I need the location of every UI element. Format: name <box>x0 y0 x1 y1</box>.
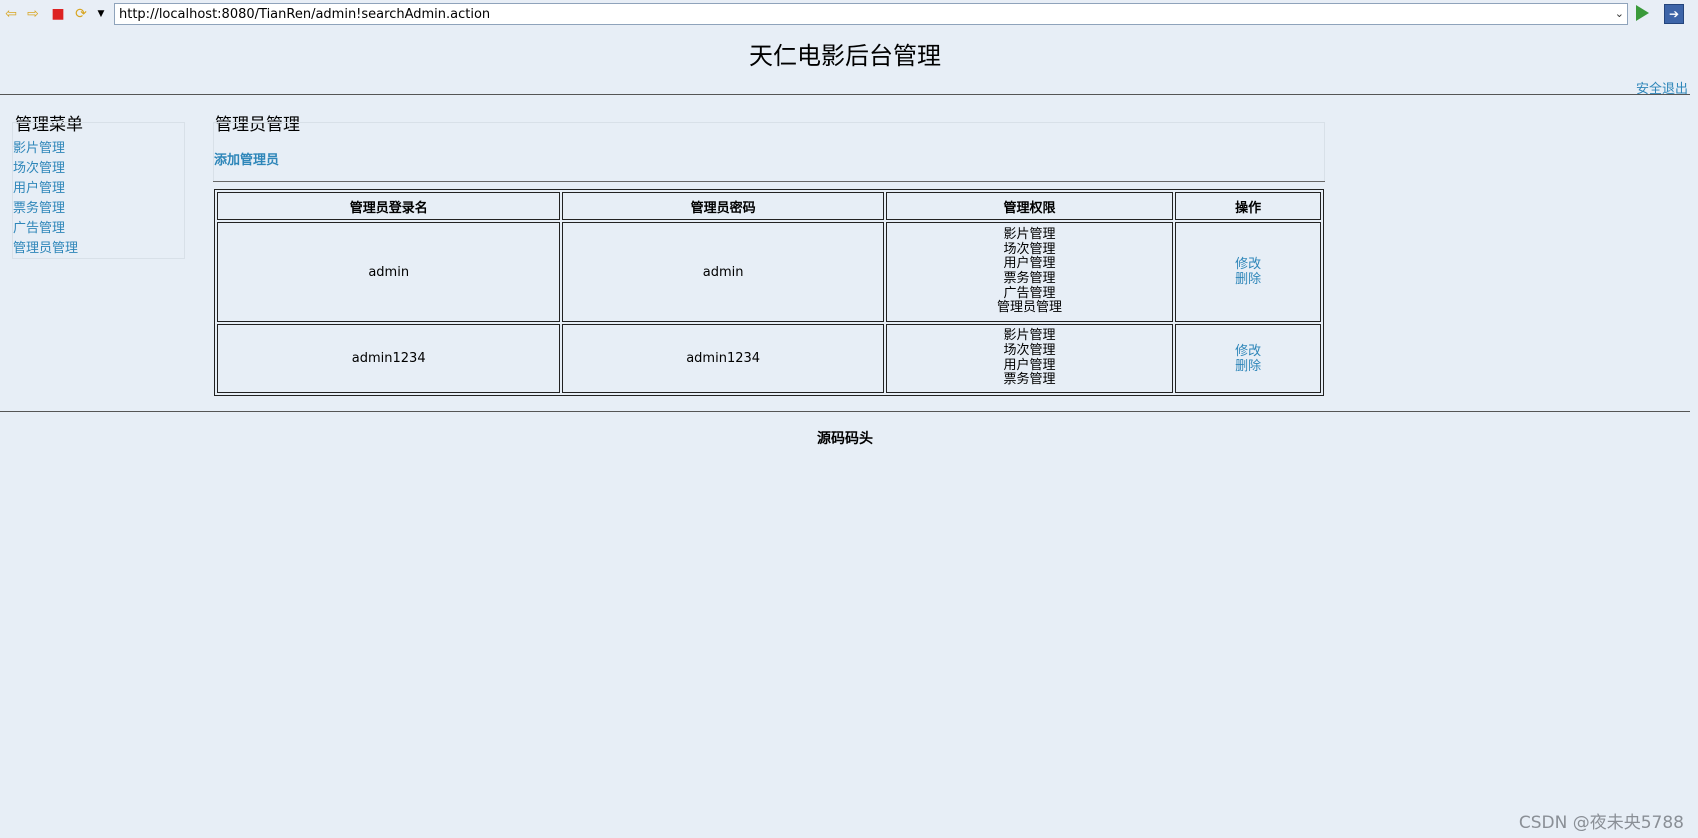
footer-text: 源码码头 <box>817 431 873 447</box>
external-browser-icon[interactable]: ➔ <box>1664 4 1684 24</box>
permission-item: 影片管理 <box>1003 227 1056 243</box>
table-row: admin admin 影片管理 场次管理 用户管理 票务管理 广告管理 管理员… <box>217 222 1321 322</box>
permission-item: 影片管理 <box>1003 328 1056 344</box>
cell-permissions: 影片管理 场次管理 用户管理 票务管理 广告管理 管理员管理 <box>885 222 1174 322</box>
sidebar-item-admins[interactable]: 管理员管理 <box>13 237 78 256</box>
forward-icon[interactable]: ⇨ <box>25 6 41 22</box>
permission-item: 广告管理 <box>1003 285 1056 301</box>
header-permissions: 管理权限 <box>885 192 1174 220</box>
footer-divider <box>0 411 1690 412</box>
sidebar-item-ads[interactable]: 广告管理 <box>13 217 65 236</box>
permission-item: 管理员管理 <box>997 300 1063 316</box>
site-title: 天仁电影后台管理 <box>749 42 941 70</box>
watermark: CSDN @夜未央5788 <box>1518 813 1684 833</box>
main-divider <box>213 181 1325 182</box>
add-admin-link[interactable]: 添加管理员 <box>214 149 279 168</box>
sidebar-item-tickets[interactable]: 票务管理 <box>13 197 65 216</box>
header-divider <box>0 94 1690 95</box>
browser-toolbar: ⇦ ⇨ ■ ⟳ ▼ http://localhost:8080/TianRen/… <box>0 0 1698 30</box>
sidebar-item-users[interactable]: 用户管理 <box>13 177 65 196</box>
edit-link[interactable]: 修改 <box>1177 344 1319 359</box>
cell-login: admin1234 <box>217 324 561 393</box>
url-text: http://localhost:8080/TianRen/admin!sear… <box>119 7 491 22</box>
permission-item: 用户管理 <box>1003 256 1056 272</box>
permission-item: 场次管理 <box>1003 342 1056 358</box>
stop-icon[interactable]: ■ <box>50 6 66 22</box>
delete-link[interactable]: 删除 <box>1177 359 1319 374</box>
sidebar-item-sessions[interactable]: 场次管理 <box>13 157 65 176</box>
address-bar[interactable]: http://localhost:8080/TianRen/admin!sear… <box>114 3 1628 25</box>
chevron-down-icon[interactable]: ⌄ <box>1615 7 1624 20</box>
main-panel <box>213 122 1325 182</box>
cell-permissions: 影片管理 场次管理 用户管理 票务管理 <box>885 324 1174 393</box>
cell-password: admin1234 <box>562 324 884 393</box>
admin-table: 管理员登录名 管理员密码 管理权限 操作 admin admin 影片管理 场次… <box>214 189 1324 396</box>
cell-password: admin <box>562 222 884 322</box>
cell-actions: 修改 删除 <box>1175 324 1321 393</box>
header-password: 管理员密码 <box>562 192 884 220</box>
cell-login: admin <box>217 222 561 322</box>
dropdown-icon[interactable]: ▼ <box>93 6 109 22</box>
table-header-row: 管理员登录名 管理员密码 管理权限 操作 <box>217 192 1321 220</box>
sidebar-item-movies[interactable]: 影片管理 <box>13 137 65 156</box>
go-icon[interactable] <box>1636 5 1649 21</box>
refresh-icon[interactable]: ⟳ <box>73 6 89 22</box>
back-icon[interactable]: ⇦ <box>3 6 19 22</box>
header-actions: 操作 <box>1175 192 1321 220</box>
permission-item: 用户管理 <box>1003 357 1056 373</box>
edit-link[interactable]: 修改 <box>1177 257 1319 272</box>
permission-item: 票务管理 <box>1003 372 1056 388</box>
permission-item: 票务管理 <box>1003 271 1056 286</box>
table-row: admin1234 admin1234 影片管理 场次管理 用户管理 票务管理 … <box>217 324 1321 393</box>
cell-actions: 修改 删除 <box>1175 222 1321 322</box>
delete-link[interactable]: 删除 <box>1177 272 1319 287</box>
header-login: 管理员登录名 <box>217 192 561 220</box>
